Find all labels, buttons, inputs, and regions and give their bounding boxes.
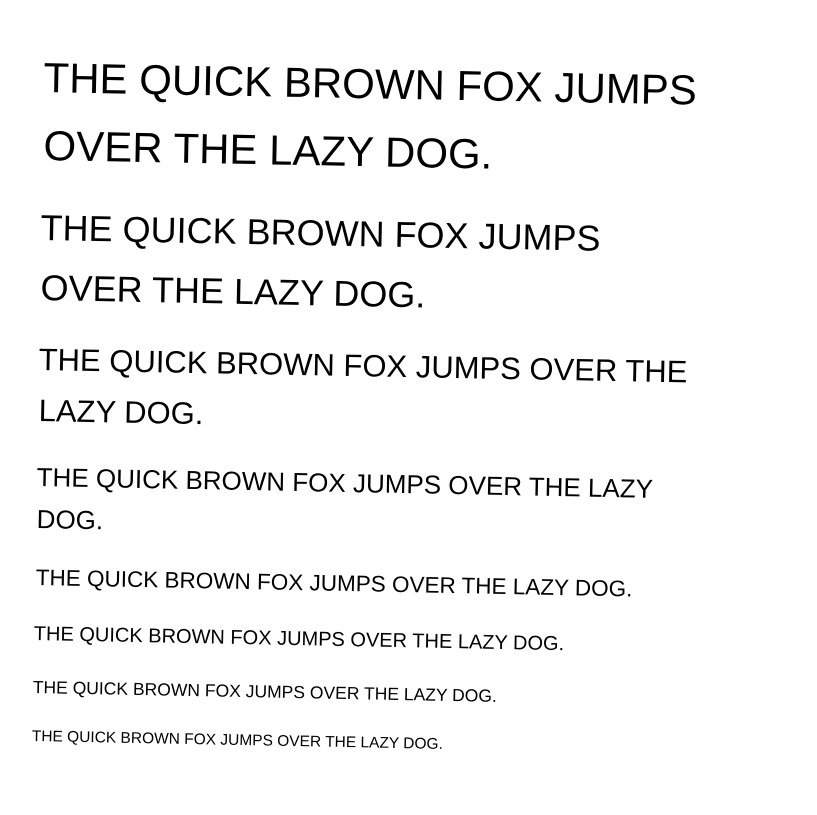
specimen-size-1-line-2: OVER THE LAZY DOG. [43,122,493,178]
specimen-size-4-line-1: THE QUICK BROWN FOX JUMPS OVER THE LAZY [36,462,654,504]
specimen-size-3-line-2: LAZY DOG. [38,393,204,432]
specimen-size-1-line-1: THE QUICK BROWN FOX JUMPS [43,54,698,114]
specimen-size-7-line-1: THE QUICK BROWN FOX JUMPS OVER THE LAZY … [32,677,498,706]
specimen-size-5-line-1: THE QUICK BROWN FOX JUMPS OVER THE LAZY … [35,565,633,602]
specimen-size-3-line-1: THE QUICK BROWN FOX JUMPS OVER THE [38,342,688,390]
specimen-size-6-line-1: THE QUICK BROWN FOX JUMPS OVER THE LAZY … [33,623,565,656]
specimen-size-2-line-2: OVER THE LAZY DOG. [40,267,426,316]
font-size-specimen-page: THE QUICK BROWN FOX JUMPS OVER THE LAZY … [0,0,817,815]
specimen-size-8-line-1: THE QUICK BROWN FOX JUMPS OVER THE LAZY … [31,728,444,753]
specimen-size-2-line-1: THE QUICK BROWN FOX JUMPS [40,207,601,259]
specimen-size-4-line-2: DOG. [36,504,104,536]
